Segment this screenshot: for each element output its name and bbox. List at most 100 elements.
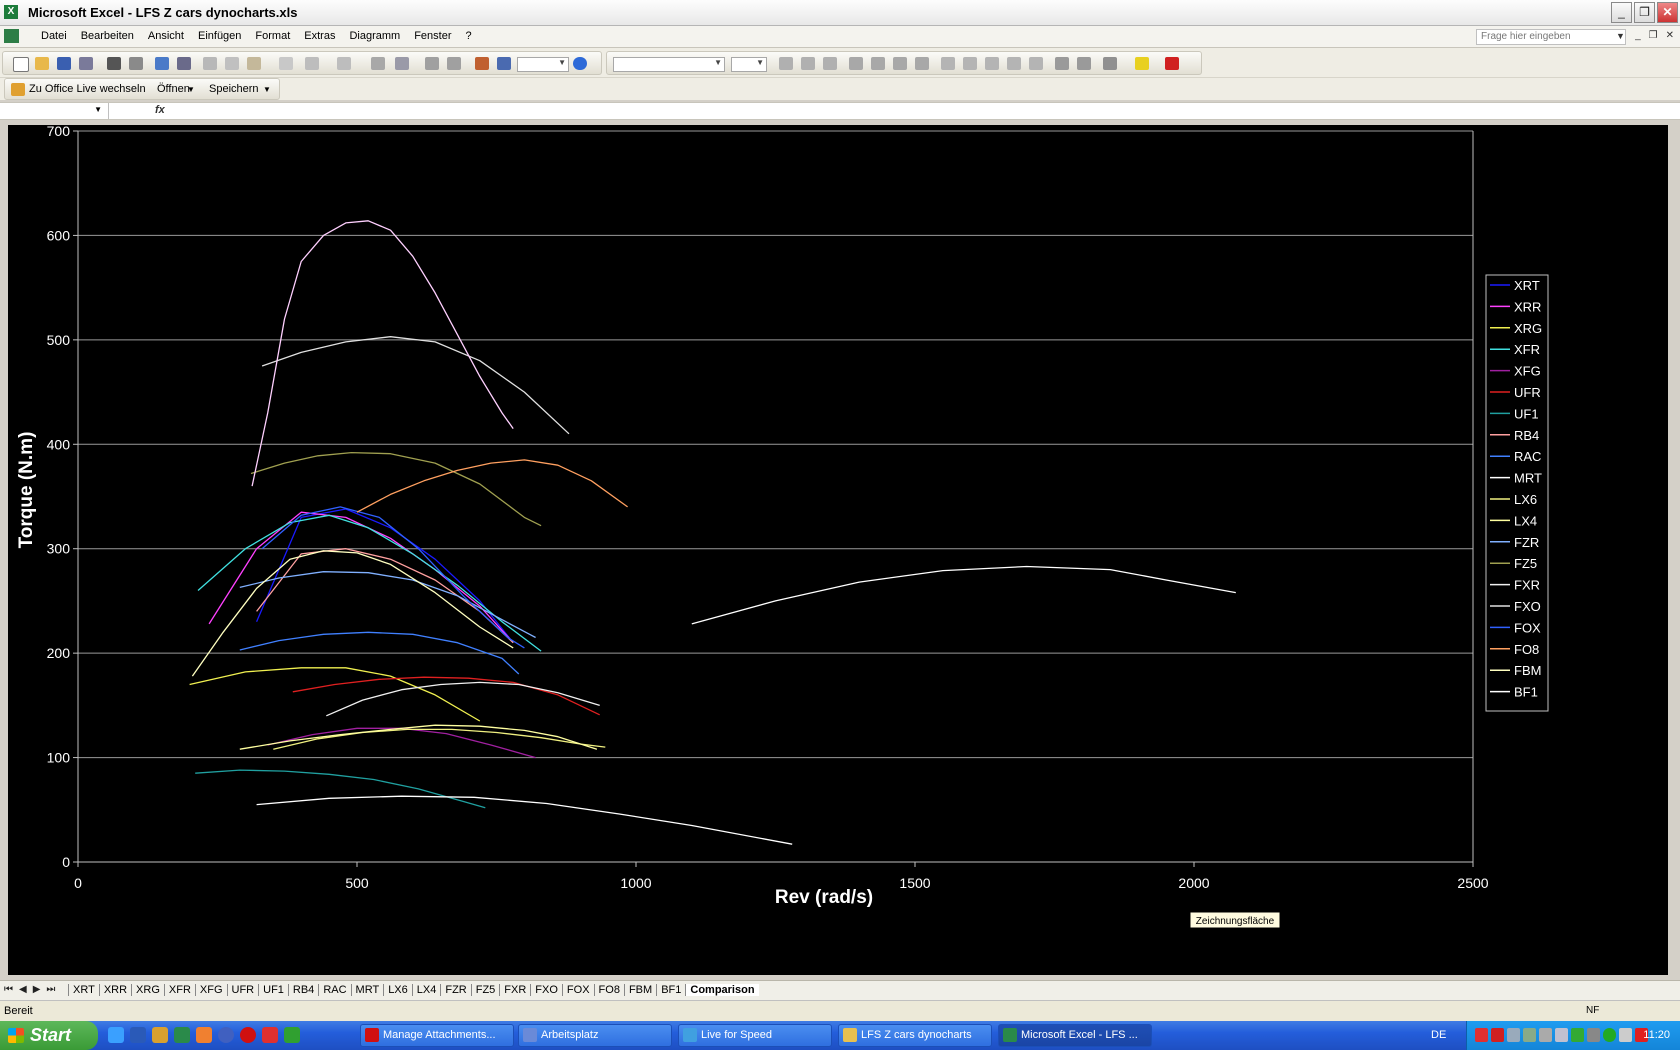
excel-icon[interactable] [174, 1027, 190, 1043]
sort-descending-icon[interactable] [447, 57, 461, 70]
series-line-bf1[interactable] [691, 565, 1236, 625]
align-center-icon[interactable] [871, 57, 885, 70]
taskbar-task-3[interactable]: LFS Z cars dynocharts [838, 1024, 992, 1047]
restore-button[interactable]: ❐ [1634, 2, 1655, 23]
next-sheet-icon[interactable]: ▶ [33, 984, 41, 995]
sheet-tab-uf1[interactable]: UF1 [258, 984, 288, 996]
increase-indent-icon[interactable] [1077, 57, 1091, 70]
redo-icon[interactable] [337, 57, 351, 70]
help-dropdown-icon[interactable]: ▼ [1616, 31, 1625, 41]
tray-icon-10[interactable] [1619, 1028, 1632, 1042]
series-line-xfr[interactable] [197, 514, 542, 652]
menu-item-2[interactable]: Ansicht [141, 30, 191, 42]
merge-center-icon[interactable] [915, 57, 929, 70]
name-box[interactable]: ▼ [0, 103, 109, 119]
italic-icon[interactable] [801, 57, 815, 70]
underline-icon[interactable] [823, 57, 837, 70]
sheet-tab-mrt[interactable]: MRT [350, 984, 384, 996]
decrease-decimal-icon[interactable] [1029, 57, 1043, 70]
bold-icon[interactable] [779, 57, 793, 70]
menu-item-4[interactable]: Format [248, 30, 297, 42]
sheet-tab-comparison[interactable]: Comparison [685, 984, 759, 996]
permission-icon[interactable] [79, 57, 93, 70]
print-icon[interactable] [107, 57, 121, 70]
thousands-icon[interactable] [985, 57, 999, 70]
sheet-tab-fxr[interactable]: FXR [499, 984, 530, 996]
tray-icon-1[interactable] [1475, 1028, 1488, 1042]
series-line-xrr[interactable] [208, 511, 514, 644]
start-button[interactable]: Start [0, 1021, 98, 1050]
drawing-icon[interactable] [497, 57, 511, 70]
borders-icon[interactable] [1103, 57, 1117, 70]
series-line-mrt[interactable] [256, 795, 793, 845]
word-icon[interactable] [130, 1027, 146, 1043]
tray-icon-5[interactable] [1539, 1028, 1552, 1042]
format-painter-icon[interactable] [279, 57, 293, 70]
series-line-ufr[interactable] [292, 676, 600, 716]
close-button[interactable]: ✕ [1657, 2, 1678, 23]
series-line-fxo[interactable] [261, 336, 570, 435]
sheet-tab-lx6[interactable]: LX6 [383, 984, 412, 996]
sheet-tab-fbm[interactable]: FBM [623, 984, 656, 996]
sheet-tab-fzr[interactable]: FZR [440, 984, 470, 996]
workbook-minimize-icon[interactable]: _ [1635, 30, 1641, 41]
sheet-tab-xfg[interactable]: XFG [194, 984, 227, 996]
tray-icon-8[interactable] [1587, 1028, 1600, 1042]
font-select[interactable]: ▼ [613, 57, 725, 72]
spelling-icon[interactable] [155, 57, 169, 70]
taskbar-task-4[interactable]: Microsoft Excel - LFS ... [998, 1024, 1152, 1047]
function-icon[interactable]: fx [155, 104, 165, 116]
autosum-icon[interactable] [395, 57, 409, 70]
hyperlink-icon[interactable] [371, 57, 385, 70]
chart-area[interactable]: 0 100 200 300 400 500 600 700 0 500 1000 1500 2000 25… [8, 123, 1668, 975]
sheet-tab-rac[interactable]: RAC [318, 984, 350, 996]
firefox-icon[interactable] [196, 1027, 212, 1043]
first-sheet-icon[interactable]: ⏮ [4, 984, 13, 995]
sheet-tab-xrr[interactable]: XRR [98, 984, 131, 996]
sheet-tab-fox[interactable]: FOX [561, 984, 594, 996]
torque-chart[interactable]: 0 100 200 300 400 500 600 700 0 500 1000 1500 2000 25… [8, 123, 1668, 975]
tray-icon-7[interactable] [1571, 1028, 1584, 1042]
align-right-icon[interactable] [893, 57, 907, 70]
sheet-tab-xrt[interactable]: XRT [68, 984, 99, 996]
currency-icon[interactable] [941, 57, 955, 70]
menu-item-3[interactable]: Einfügen [191, 30, 248, 42]
opera-icon[interactable] [240, 1027, 256, 1043]
series-line-fz5[interactable] [250, 451, 542, 527]
help-icon[interactable] [573, 57, 587, 70]
save-menu-button[interactable]: Speichern [209, 83, 259, 95]
legend[interactable]: XRT XRR XRG XFR XFG UFR UF1 RB4 RAC MRT LX6 LX4 FZR F… [1485, 274, 1549, 712]
series-line-fbm[interactable] [191, 550, 514, 677]
sheet-tab-lx4[interactable]: LX4 [411, 984, 441, 996]
excel-app-icon[interactable]: X [4, 5, 18, 19]
series-line-xrg[interactable] [189, 667, 481, 722]
help-search-input[interactable]: Frage hier eingeben [1476, 29, 1626, 45]
taskbar-task-2[interactable]: Live for Speed [678, 1024, 832, 1047]
document-icon[interactable] [4, 29, 19, 43]
zoom-select[interactable]: ▼ [517, 57, 569, 72]
series-line-fo8[interactable] [356, 459, 628, 513]
sheet-tab-xfr[interactable]: XFR [163, 984, 195, 996]
tray-icon-4[interactable] [1523, 1028, 1536, 1042]
menu-item-7[interactable]: Fenster [407, 30, 458, 42]
sheet-tab-fxo[interactable]: FXO [530, 984, 562, 996]
sheet-tab-rb4[interactable]: RB4 [287, 984, 318, 996]
research-icon[interactable] [177, 57, 191, 70]
minimize-button[interactable]: _ [1611, 2, 1632, 23]
sheet-tab-fo8[interactable]: FO8 [593, 984, 624, 996]
menu-item-6[interactable]: Diagramm [342, 30, 407, 42]
tools-icon[interactable] [152, 1027, 168, 1043]
fill-color-icon[interactable] [1135, 57, 1149, 70]
app-icon[interactable] [262, 1027, 278, 1043]
sheet-tab-xrg[interactable]: XRG [131, 984, 164, 996]
menu-item-5[interactable]: Extras [297, 30, 342, 42]
new-icon[interactable] [13, 57, 29, 72]
tray-icon-2[interactable] [1491, 1028, 1504, 1042]
taskbar-task-0[interactable]: Manage Attachments... [360, 1024, 514, 1047]
print-preview-icon[interactable] [129, 57, 143, 70]
taskbar-task-1[interactable]: Arbeitsplatz [518, 1024, 672, 1047]
series-line-uf1[interactable] [195, 769, 486, 809]
increase-decimal-icon[interactable] [1007, 57, 1021, 70]
menu-item-0[interactable]: Datei [34, 30, 74, 42]
name-box-dropdown-icon[interactable]: ▼ [94, 105, 102, 114]
